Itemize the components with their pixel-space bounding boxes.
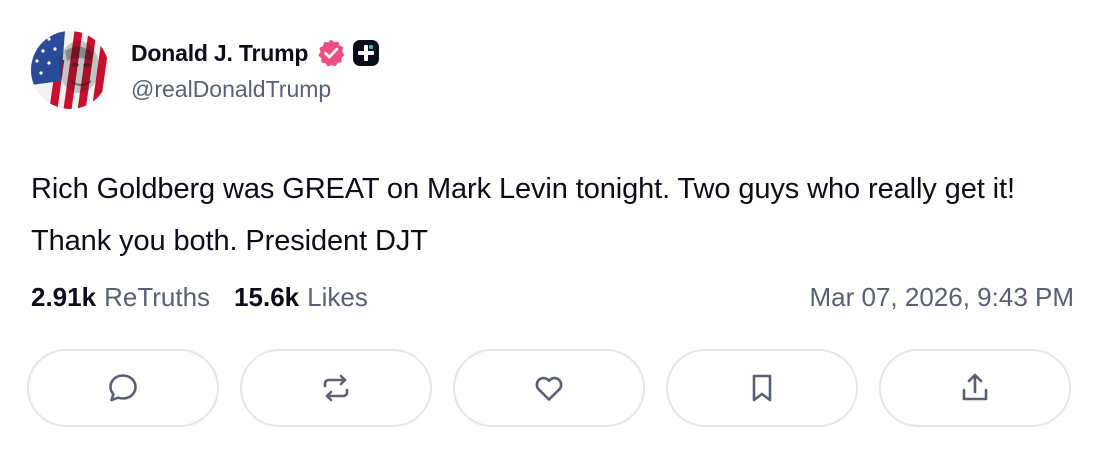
bookmark-button[interactable]: [666, 349, 858, 427]
display-name[interactable]: Donald J. Trump: [131, 40, 308, 67]
post-stats: 2.91k ReTruths 15.6k Likes: [31, 282, 368, 313]
profile-photo-flag-icon: [31, 31, 109, 109]
post-timestamp: Mar 07, 2026, 9:43 PM: [809, 282, 1074, 312]
truth-post: Donald J. Trump @realDonaldTrump Rich Go…: [0, 0, 1100, 452]
likes-label: Likes: [307, 282, 368, 312]
verified-badge-icon: [316, 38, 346, 68]
action-bar: [27, 349, 1071, 427]
share-button[interactable]: [879, 349, 1071, 427]
reply-bubble-icon: [109, 374, 137, 402]
retruths-count: 2.91k: [31, 282, 97, 312]
share-upload-icon: [962, 373, 988, 401]
likes-count: 15.6k: [234, 282, 300, 312]
retruth-arrows-icon: [323, 374, 349, 402]
avatar[interactable]: [31, 31, 109, 109]
user-handle[interactable]: @realDonaldTrump: [131, 76, 380, 103]
bookmark-icon: [752, 374, 772, 402]
likes-stat[interactable]: 15.6k Likes: [234, 282, 368, 313]
heart-icon: [535, 376, 563, 401]
retruth-button[interactable]: [240, 349, 432, 427]
author-block: Donald J. Trump @realDonaldTrump: [131, 36, 380, 103]
like-button[interactable]: [453, 349, 645, 427]
name-row: Donald J. Trump: [131, 36, 380, 70]
retruths-label: ReTruths: [104, 282, 211, 312]
reply-button[interactable]: [27, 349, 219, 427]
post-text: Rich Goldberg was GREAT on Mark Levin to…: [31, 173, 1015, 257]
retruths-stat[interactable]: 2.91k ReTruths: [31, 282, 210, 313]
plus-square-icon: [352, 39, 380, 67]
